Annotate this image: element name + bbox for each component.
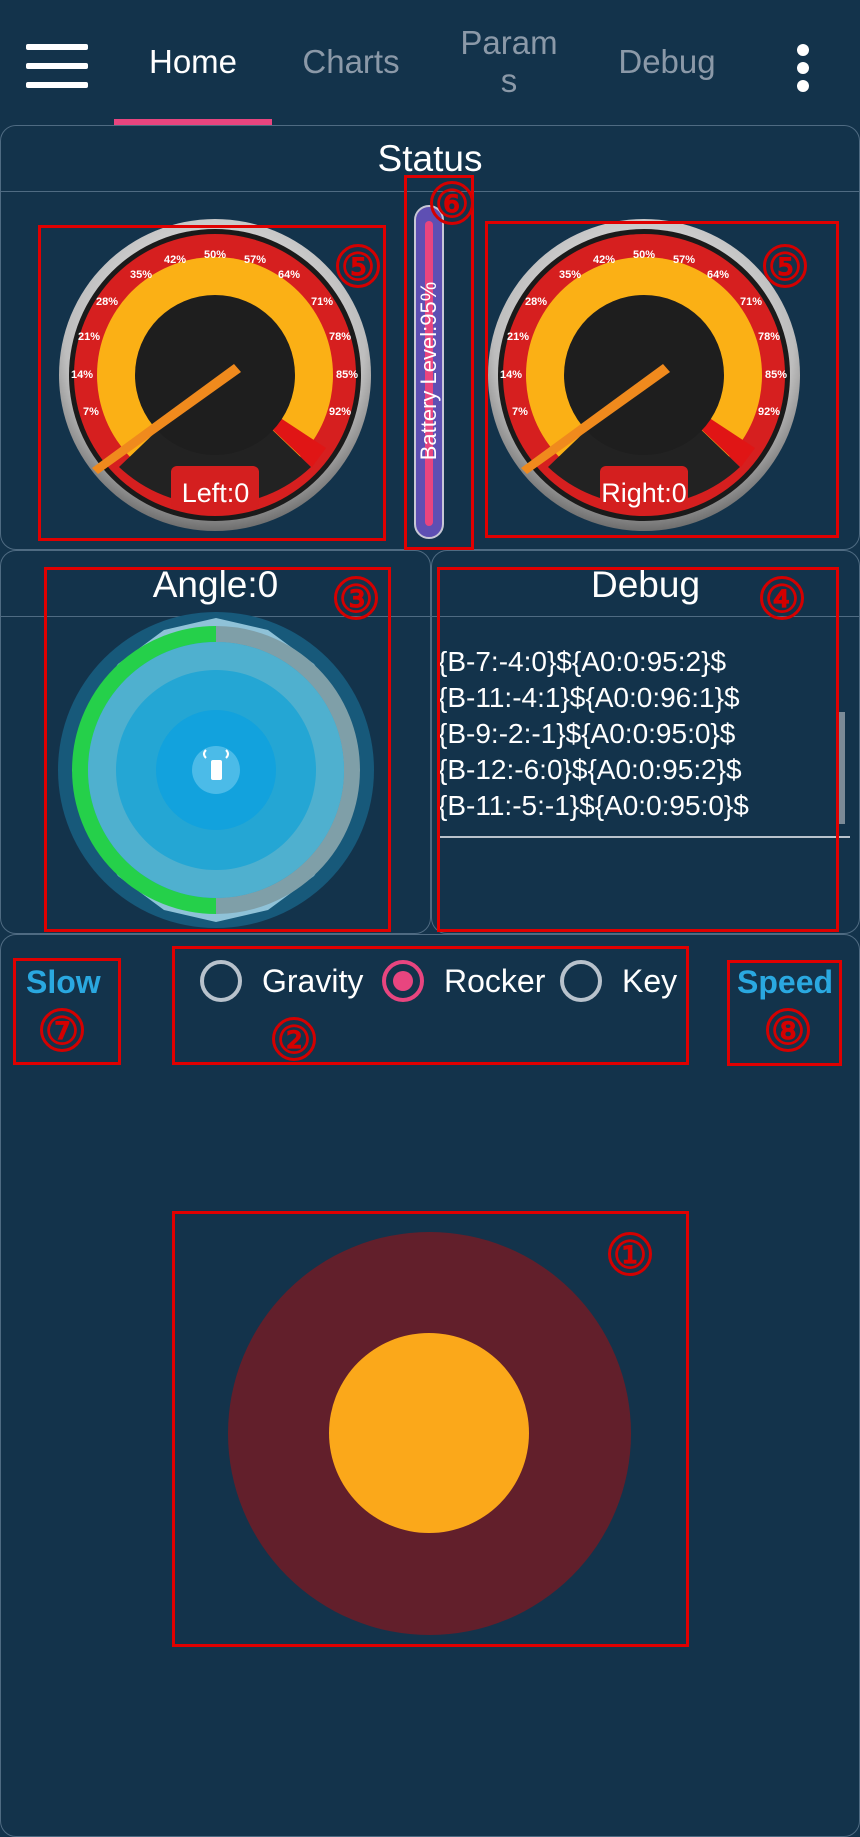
more-vertical-icon[interactable] [790,44,816,96]
annotation-box-joystick [172,1211,689,1647]
tab-home-label: Home [148,43,238,80]
annotation-marker-8: ⑧ [766,1008,810,1053]
top-app-bar: Home Charts Param s Debug [0,0,860,125]
tab-debug-label: Debug [618,43,716,80]
annotation-box-modes [172,946,689,1065]
tab-params[interactable]: Param s [430,0,588,124]
annotation-marker-5-left: ⑤ [336,244,380,289]
tab-params-label: Param [460,24,558,61]
annotation-marker-1: ① [608,1232,652,1277]
annotation-box-angle [44,567,391,932]
annotation-box-debug [437,567,839,932]
status-title: Status [377,138,483,179]
annotation-marker-3: ③ [334,576,378,621]
annotation-marker-6: ⑥ [430,181,474,226]
annotation-marker-2: ② [272,1017,316,1062]
tab-charts[interactable]: Charts [272,0,430,124]
tab-charts-label: Charts [302,43,400,80]
debug-scrollbar[interactable] [839,712,845,824]
annotation-marker-5-right: ⑤ [763,244,807,289]
tab-home[interactable]: Home [114,0,272,124]
annotation-marker-4: ④ [760,576,804,621]
hamburger-menu-icon[interactable] [26,44,88,88]
annotation-marker-7: ⑦ [40,1008,84,1053]
annotation-box-left-gauge [38,225,386,541]
tab-debug[interactable]: Debug [588,0,746,124]
tab-params-label-wrap: s [500,62,518,99]
annotation-box-battery [404,175,474,550]
